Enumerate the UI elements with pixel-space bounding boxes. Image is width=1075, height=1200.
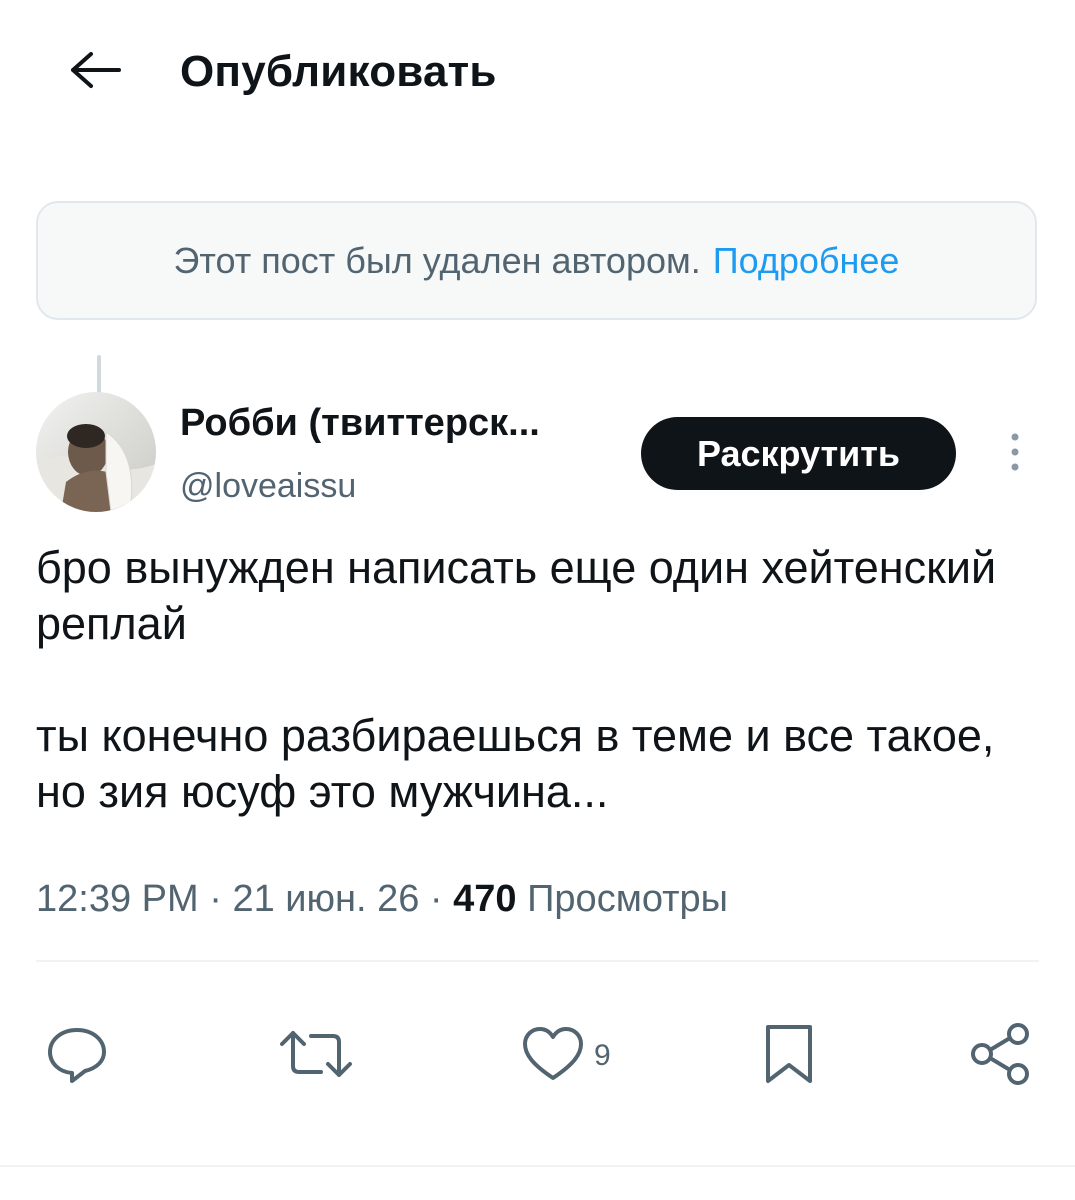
top-bar: Опубликовать — [0, 0, 1075, 150]
post-text-paragraph-1: бро вынужден написать еще один хейтенски… — [36, 542, 997, 649]
bookmark-button[interactable] — [762, 1024, 816, 1088]
like-count: 9 — [594, 1039, 611, 1072]
vertical-dots-icon — [1008, 430, 1022, 479]
post-metadata: 12:39 PM · 21 июн. 26 · 470 Просмотры — [36, 874, 728, 924]
divider — [0, 1165, 1075, 1167]
views-label[interactable]: Просмотры — [527, 878, 728, 920]
thread-connector-line — [97, 355, 101, 393]
reply-icon — [44, 1024, 110, 1089]
reply-button[interactable] — [44, 1024, 110, 1088]
back-button[interactable] — [62, 44, 128, 100]
share-icon — [968, 1022, 1034, 1091]
share-button[interactable] — [968, 1022, 1034, 1091]
meta-separator: · — [429, 878, 443, 920]
post-date: 21 июн. 26 — [232, 878, 420, 920]
repost-button[interactable] — [276, 1024, 356, 1088]
views-count[interactable]: 470 — [453, 878, 516, 920]
author-name[interactable]: Робби (твиттерск... — [180, 400, 540, 446]
post-time: 12:39 PM — [36, 878, 199, 920]
more-options-button[interactable] — [995, 430, 1035, 478]
post-text-paragraph-2: ты конечно разбираешься в теме и все так… — [36, 710, 995, 817]
bookmark-icon — [762, 1023, 816, 1090]
heart-icon — [520, 1024, 586, 1089]
post-body: бро вынужден написать еще один хейтенски… — [36, 540, 1036, 820]
arrow-left-icon — [67, 50, 123, 95]
deleted-post-notice: Этот пост был удален автором. Подробнее — [36, 201, 1037, 320]
avatar[interactable] — [36, 392, 156, 512]
learn-more-link[interactable]: Подробнее — [713, 240, 900, 282]
meta-separator: · — [209, 878, 222, 920]
divider — [36, 960, 1039, 962]
like-button[interactable]: 9 — [520, 1024, 611, 1088]
author-handle[interactable]: @loveaissu — [180, 466, 356, 506]
promote-button[interactable]: Раскрутить — [641, 417, 956, 490]
repost-icon — [276, 1024, 356, 1089]
deleted-notice-text: Этот пост был удален автором. — [173, 239, 701, 281]
page-title: Опубликовать — [180, 47, 497, 96]
